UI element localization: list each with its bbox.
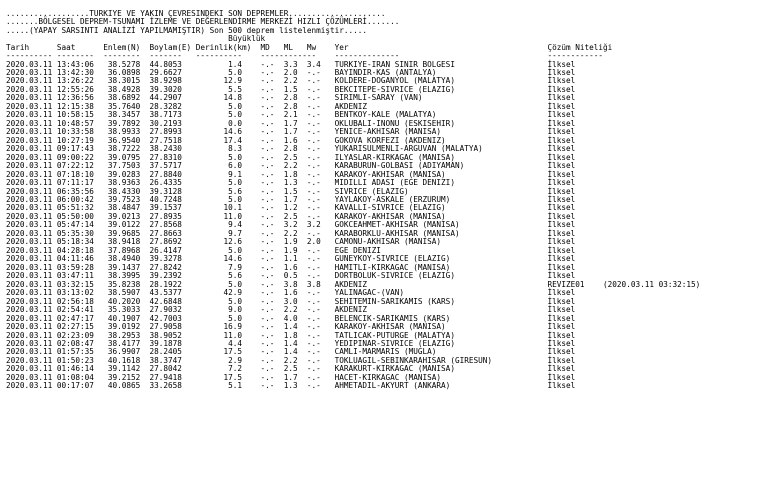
earthquake-list: ..................TÜRKIYE VE YAKIN ÇEVRE…	[6, 10, 766, 479]
table-row: 2020.03.11 00:17:07 40.0865 33.2658 5.1 …	[6, 381, 576, 391]
